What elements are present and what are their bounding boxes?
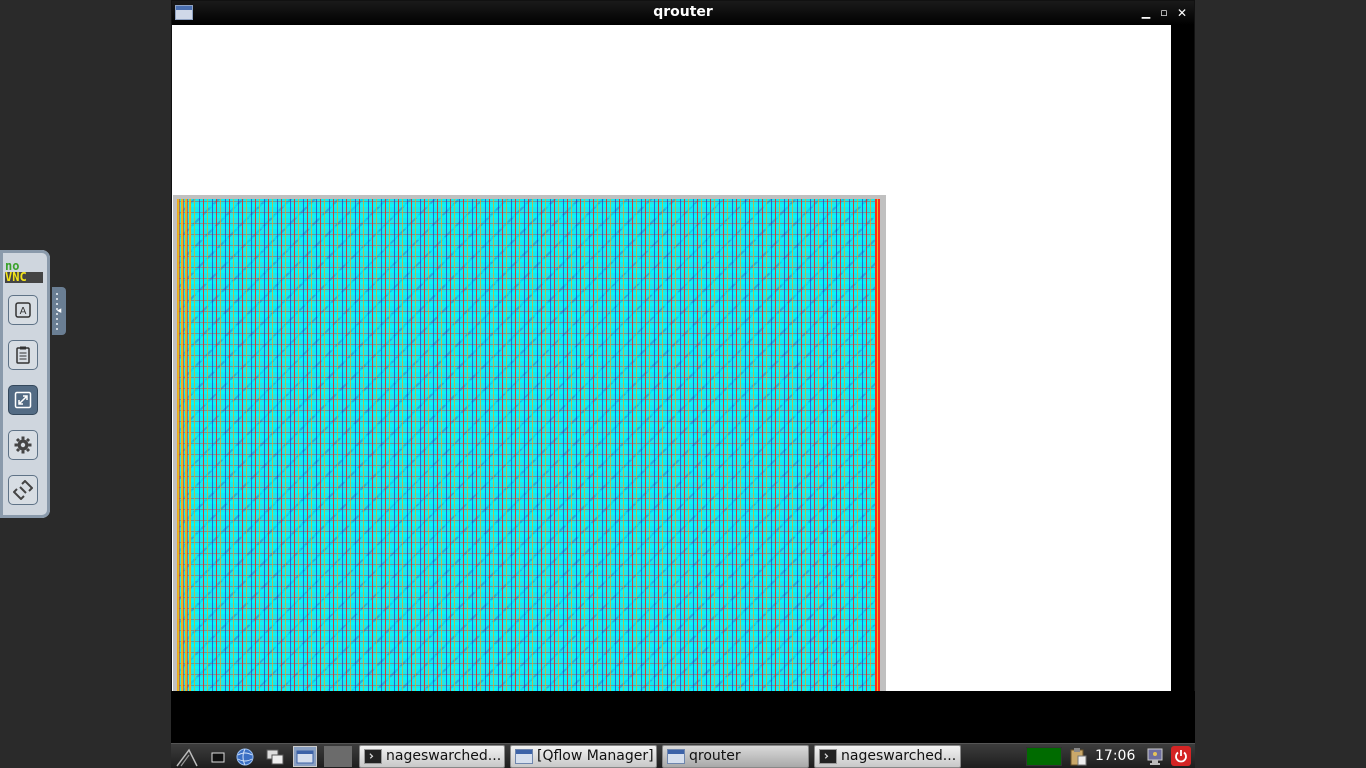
window-icon [667, 749, 685, 764]
clipboard-icon [1070, 748, 1087, 766]
taskbar: nageswarched... [Qflow Manager] qrouter … [171, 743, 1195, 768]
minimize-button[interactable]: ▁ [1138, 5, 1154, 21]
clipboard-button[interactable] [8, 340, 38, 370]
settings-button[interactable] [8, 430, 38, 460]
start-menu-button[interactable] [175, 746, 199, 767]
windows-switch-icon [266, 749, 284, 764]
lock-screen-icon [1147, 748, 1163, 765]
clipboard-icon [16, 346, 30, 364]
novnc-logo-vnc: VNC [5, 271, 43, 283]
task-terminal-2[interactable]: nageswarched... [814, 745, 961, 768]
routing-wires [177, 199, 882, 691]
qrouter-window: qrouter ▁ ▫ ✕ [171, 0, 1195, 691]
task-qflow-manager[interactable]: [Qflow Manager] [510, 745, 657, 768]
keyboard-button[interactable]: A [8, 295, 38, 325]
settings-gear-icon [14, 436, 32, 454]
terminal-icon [819, 749, 837, 764]
maximize-button[interactable]: ▫ [1156, 5, 1172, 21]
workspace-switcher[interactable] [324, 746, 352, 767]
browser-launcher[interactable] [233, 746, 257, 767]
novnc-control-bar: no VNC A [0, 250, 50, 518]
show-desktop-button[interactable] [293, 746, 317, 767]
terminal-launcher-icon [211, 752, 225, 762]
clock[interactable]: 17:06 [1095, 744, 1135, 768]
window-icon [515, 749, 533, 764]
fullscreen-button[interactable] [8, 385, 38, 415]
lock-screen-button[interactable] [1145, 747, 1165, 766]
disconnect-button[interactable] [8, 475, 38, 505]
routed-layout-view[interactable] [173, 195, 886, 691]
terminal-icon [364, 749, 382, 764]
layout-canvas[interactable] [172, 25, 1172, 691]
task-label: nageswarched... [841, 748, 957, 764]
window-icon [296, 750, 314, 763]
clipboard-manager[interactable] [1068, 747, 1088, 766]
close-button[interactable]: ✕ [1174, 5, 1190, 21]
task-label: [Qflow Manager] [537, 748, 654, 764]
task-label: qrouter [689, 748, 741, 764]
task-label: nageswarched... [386, 748, 502, 764]
start-menu-icon [176, 748, 198, 766]
task-terminal-1[interactable]: nageswarched... [359, 745, 505, 768]
terminal-launcher[interactable] [207, 746, 231, 767]
novnc-control-bar-handle[interactable]: ◂ [52, 287, 66, 335]
svg-text:A: A [20, 306, 27, 317]
disconnect-icon [13, 480, 33, 500]
task-qrouter[interactable]: qrouter [662, 745, 809, 768]
canvas-right-margin [1171, 25, 1194, 691]
desktop-black-area [171, 691, 1195, 743]
power-icon [1175, 750, 1187, 763]
window-title: qrouter [653, 4, 713, 20]
keyboard-icon: A [15, 302, 31, 318]
globe-icon [236, 748, 254, 765]
novnc-logo: no VNC [5, 260, 43, 285]
cpu-monitor[interactable] [1026, 747, 1062, 766]
logout-button[interactable] [1171, 746, 1191, 766]
fullscreen-icon [14, 391, 32, 409]
file-manager-launcher[interactable] [263, 746, 287, 767]
window-titlebar[interactable]: qrouter ▁ ▫ ✕ [172, 1, 1194, 25]
